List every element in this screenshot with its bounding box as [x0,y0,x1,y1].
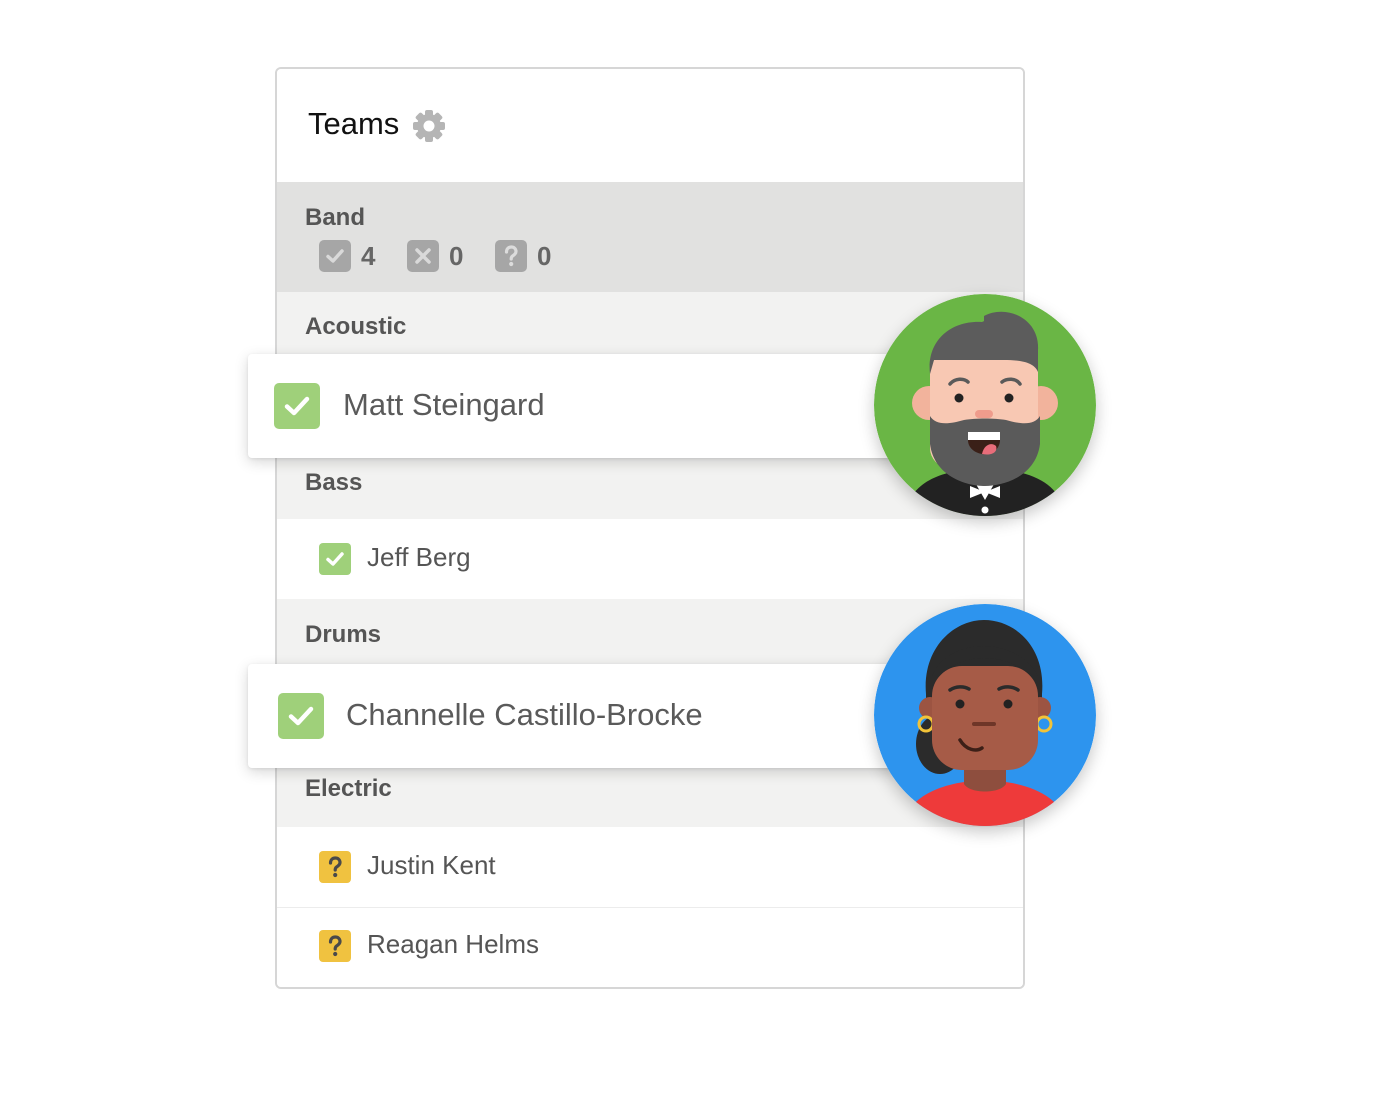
member-name: Matt Steingard [343,387,545,422]
group-label: Drums [305,621,382,648]
gear-icon[interactable] [412,109,446,143]
member-row-reagan-helms[interactable]: Reagan Helms [277,907,1023,987]
group-label: Acoustic [305,313,407,340]
check-icon[interactable] [319,543,351,575]
x-icon [407,240,439,272]
question-icon[interactable] [319,851,351,883]
group-label: Electric [305,775,392,802]
bearded-man-avatar [874,294,1096,516]
check-icon[interactable] [274,383,320,429]
team-name: Band [305,204,365,231]
member-name: Reagan Helms [367,929,539,959]
unconfirmed-count-value: 0 [537,241,552,271]
teams-panel: Teams Band 4 0 0 Acoustic Bass Jeff Berg… [275,67,1025,989]
panel-title: Teams [308,106,400,141]
woman-avatar [874,604,1096,826]
group-label: Bass [305,469,363,496]
declined-count-value: 0 [449,241,464,271]
check-icon [319,240,351,272]
member-name: Channelle Castillo-Brocke [346,697,703,732]
panel-header: Teams [277,69,1023,182]
member-row-jeff-berg[interactable]: Jeff Berg [277,519,1023,599]
member-card-matt-steingard[interactable]: Matt Steingard [248,354,898,458]
check-icon[interactable] [278,693,324,739]
question-icon [495,240,527,272]
member-row-justin-kent[interactable]: Justin Kent [277,827,1023,907]
member-name: Justin Kent [367,850,496,880]
member-name: Jeff Berg [367,542,471,572]
team-row-band[interactable]: Band 4 0 0 [277,182,1023,292]
member-card-channelle-castillo-brocke[interactable]: Channelle Castillo-Brocke [248,664,898,768]
confirmed-count-value: 4 [361,241,376,271]
question-icon[interactable] [319,930,351,962]
